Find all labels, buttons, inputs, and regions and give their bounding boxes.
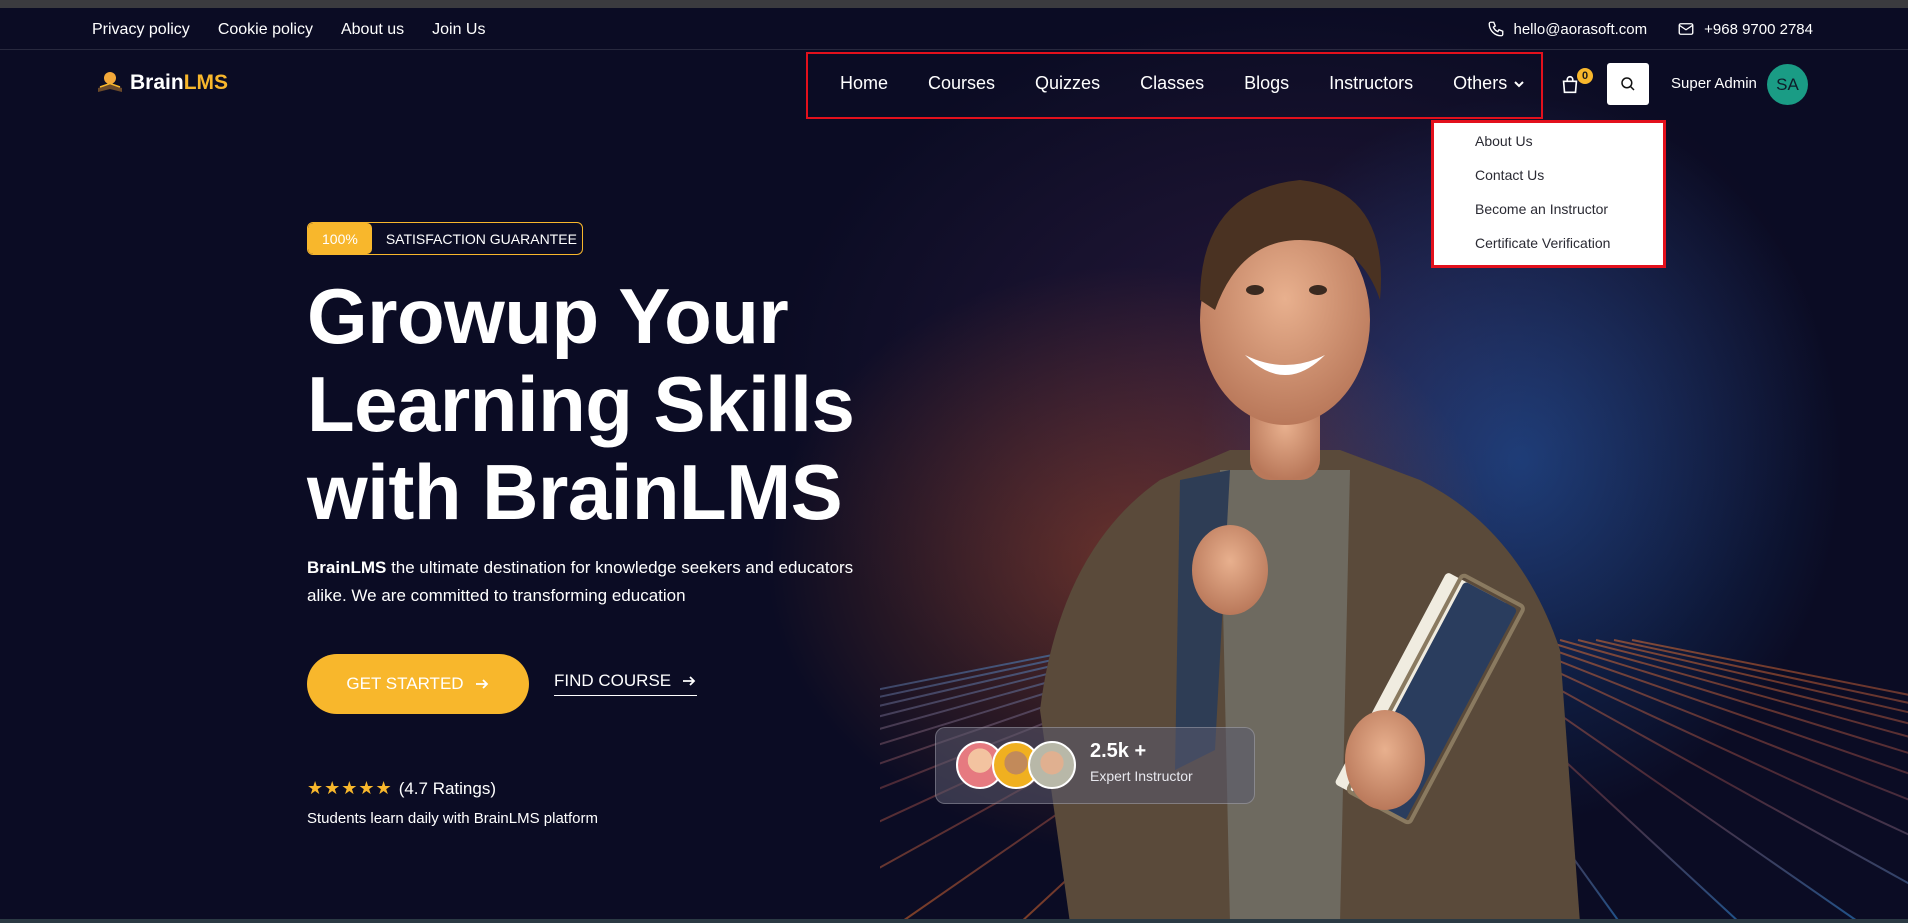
arrow-right-icon — [475, 679, 488, 689]
nav-others[interactable]: Others — [1453, 73, 1525, 94]
user-name[interactable]: Super Admin — [1671, 75, 1757, 92]
get-started-button[interactable]: GET STARTED — [307, 654, 529, 714]
hero-title-line-1: Growup Your — [307, 272, 789, 360]
find-course-label: FIND COURSE — [554, 671, 672, 690]
logo-lms-text: LMS — [183, 71, 229, 94]
ratings: ★★★★★ (4.7 Ratings) — [307, 778, 496, 799]
email-text: hello@aorasoft.com — [1513, 20, 1648, 38]
browser-chrome — [0, 0, 1908, 8]
avatar[interactable]: SA — [1767, 64, 1808, 105]
main-nav: Home Courses Quizzes Classes Blogs Instr… — [840, 73, 1525, 94]
cookie-policy-link[interactable]: Cookie policy — [218, 21, 313, 39]
about-us-link[interactable]: About us — [341, 21, 404, 39]
nav-instructors[interactable]: Instructors — [1329, 73, 1413, 94]
expert-instructor-card: 2.5k + Expert Instructor — [935, 727, 1255, 804]
nav-blogs[interactable]: Blogs — [1244, 73, 1289, 94]
arrow-right-icon — [683, 676, 696, 686]
top-contact: hello@aorasoft.com +968 9700 2784 — [1487, 20, 1813, 38]
ratings-text: (4.7 Ratings) — [398, 778, 497, 798]
nav-quizzes[interactable]: Quizzes — [1035, 73, 1100, 94]
grid-line — [1577, 639, 1908, 725]
satisfaction-badge: 100% SATISFACTION GUARANTEE — [307, 222, 583, 255]
top-bar: Privacy policy Cookie policy About us Jo… — [0, 8, 1908, 50]
nav-classes[interactable]: Classes — [1140, 73, 1204, 94]
phone-text: +968 9700 2784 — [1704, 20, 1813, 38]
hero-description: BrainLMS the ultimate destination for kn… — [307, 554, 877, 610]
grid-line — [1631, 639, 1908, 696]
instructor-avatars — [956, 741, 1076, 793]
nav-home[interactable]: Home — [840, 73, 888, 94]
hero-title-line-3: with BrainLMS — [307, 448, 843, 536]
envelope-icon — [1678, 23, 1694, 35]
find-course-button[interactable]: FIND COURSE — [554, 671, 698, 696]
phone-contact[interactable]: +968 9700 2784 — [1677, 20, 1813, 38]
page: Privacy policy Cookie policy About us Jo… — [0, 0, 1908, 923]
badge-text: SATISFACTION GUARANTEE — [385, 230, 577, 247]
top-links: Privacy policy Cookie policy About us Jo… — [92, 21, 485, 39]
hero-title: Growup Your Learning Skills with BrainLM… — [307, 272, 927, 536]
privacy-policy-link[interactable]: Privacy policy — [92, 21, 190, 39]
hero-title-line-2: Learning Skills — [307, 360, 855, 448]
logo-brain-text: Brain — [130, 71, 184, 94]
student-photo — [1040, 180, 1580, 923]
hero-description-text: the ultimate destination for knowledge s… — [307, 558, 854, 605]
chevron-down-icon — [1514, 80, 1524, 87]
logo-book-icon — [98, 72, 122, 92]
badge-percent: 100% — [308, 223, 372, 254]
instructor-count: 2.5k + — [1090, 740, 1147, 762]
students-text: Students learn daily with BrainLMS platf… — [307, 810, 598, 827]
instructor-label: Expert Instructor — [1090, 768, 1193, 784]
rating-stars-icon: ★★★★★ — [307, 778, 393, 798]
email-contact[interactable]: hello@aorasoft.com — [1487, 20, 1648, 38]
nav-others-label: Others — [1453, 73, 1508, 93]
cart-count-badge: 0 — [1577, 68, 1593, 84]
logo[interactable]: Brain LMS — [96, 70, 228, 96]
hero-description-brand: BrainLMS — [307, 558, 387, 577]
nav-courses[interactable]: Courses — [928, 73, 995, 94]
phone-icon — [1488, 21, 1503, 37]
get-started-label: GET STARTED — [346, 674, 464, 693]
instructor-avatar — [1028, 741, 1076, 789]
search-icon — [1621, 77, 1635, 91]
join-us-link[interactable]: Join Us — [432, 21, 485, 39]
search-button[interactable] — [1607, 63, 1649, 105]
bottom-edge — [0, 919, 1908, 923]
